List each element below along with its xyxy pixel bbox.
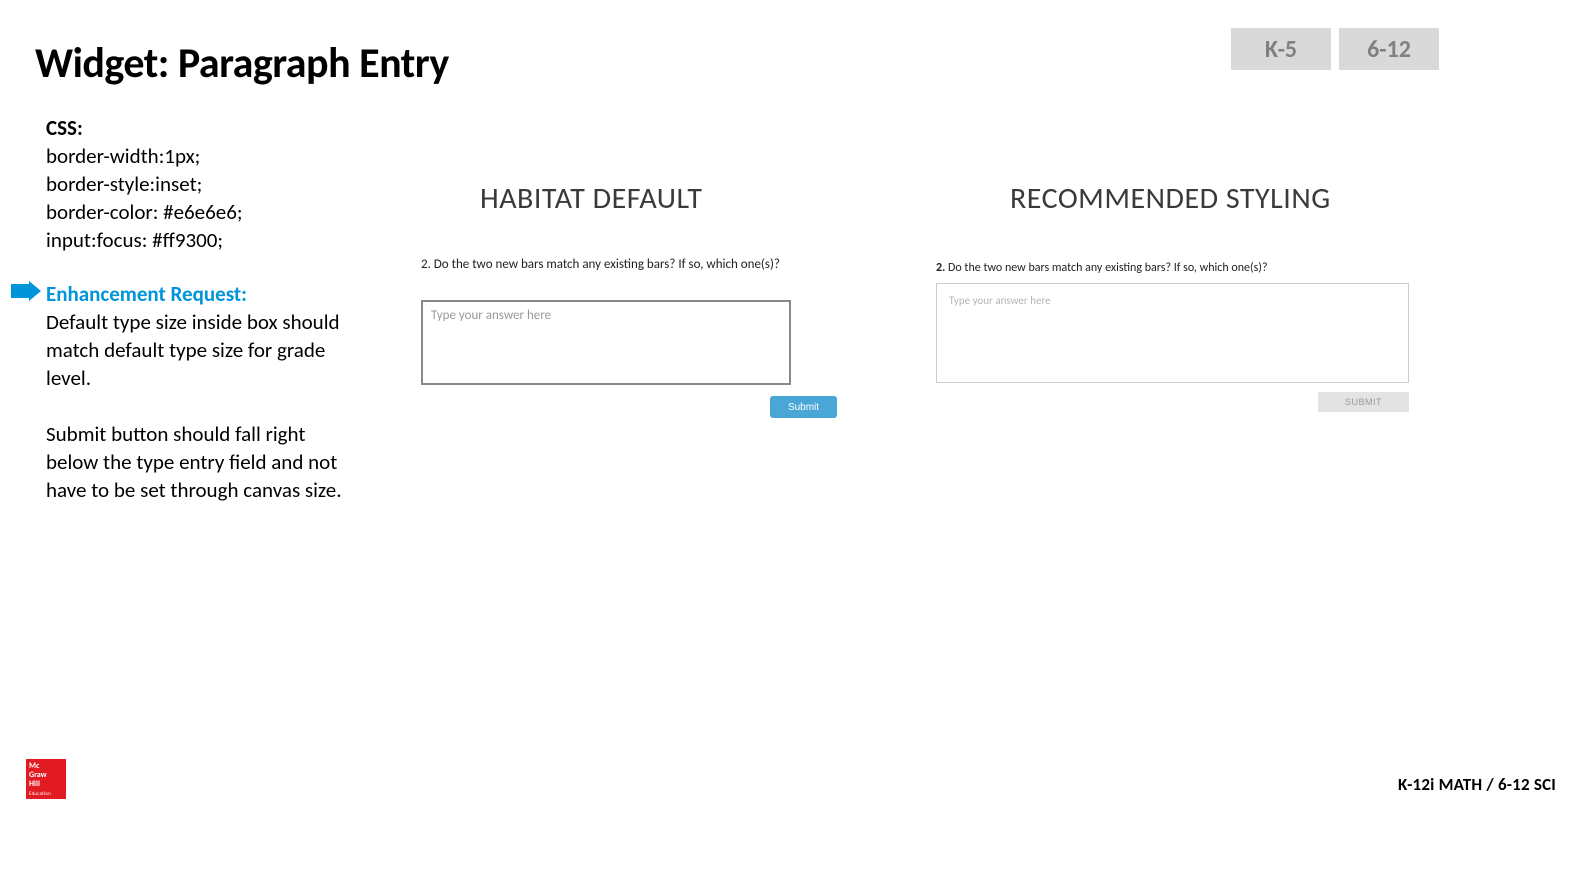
logo-line: Education	[29, 790, 63, 799]
question-text-recommended: 2. Do the two new bars match any existin…	[936, 261, 1268, 275]
answer-textarea-default[interactable]	[421, 300, 791, 385]
css-line: input:focus: #ff9300;	[46, 226, 242, 254]
css-line: border-color: #e6e6e6;	[46, 198, 242, 226]
tab-6-12[interactable]: 6-12	[1339, 28, 1439, 70]
enhancement-paragraph: Submit button should fall right below th…	[46, 420, 356, 504]
css-line: border-width:1px;	[46, 142, 242, 170]
submit-button-recommended[interactable]: SUBMIT	[1318, 392, 1409, 412]
tab-k5[interactable]: K-5	[1231, 28, 1331, 70]
question-number: 2.	[936, 261, 945, 275]
column-heading-recommended: RECOMMENDED STYLING	[1010, 180, 1331, 217]
css-line: border-style:inset;	[46, 170, 242, 198]
arrow-right-icon	[11, 281, 41, 301]
css-spec-block: CSS: border-width:1px; border-style:inse…	[46, 114, 242, 254]
column-heading-default: HABITAT DEFAULT	[480, 180, 703, 217]
answer-textarea-recommended[interactable]	[936, 283, 1409, 383]
enhancement-request-block: Enhancement Request: Default type size i…	[46, 280, 356, 504]
question-text-default: 2. Do the two new bars match any existin…	[421, 257, 780, 272]
page-title: Widget: Paragraph Entry	[35, 38, 449, 89]
enhancement-paragraph: Default type size inside box should matc…	[46, 308, 356, 392]
logo-line: Hill	[29, 780, 63, 789]
enhancement-title: Enhancement Request:	[46, 280, 356, 308]
mcgraw-hill-logo: Mc Graw Hill Education	[26, 759, 66, 799]
css-label: CSS:	[46, 114, 242, 142]
question-body: Do the two new bars match any existing b…	[945, 261, 1267, 275]
footer-label: K-12i MATH / 6-12 SCI	[1398, 774, 1556, 795]
submit-button-default[interactable]: Submit	[770, 396, 837, 418]
